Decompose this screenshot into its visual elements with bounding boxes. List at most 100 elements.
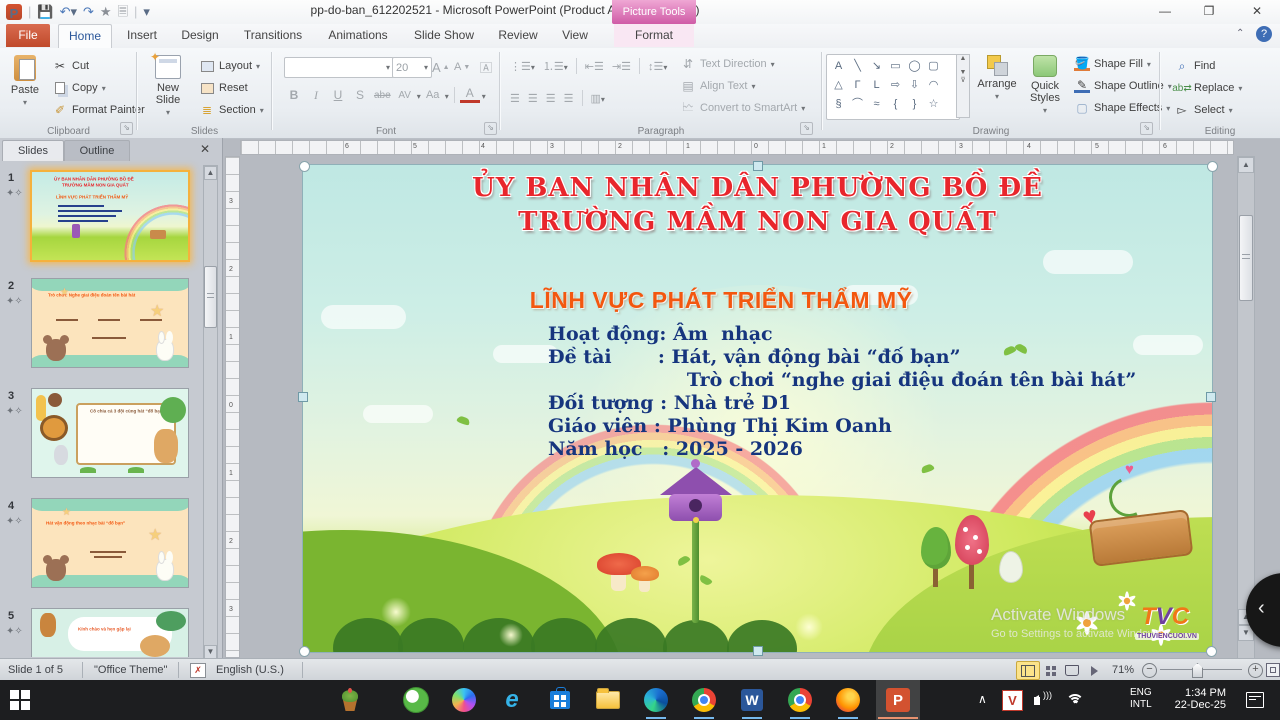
tab-animations[interactable]: Animations [318, 24, 398, 47]
paste-button[interactable]: Paste▾ [2, 53, 48, 110]
tab-insert[interactable]: Insert [116, 24, 168, 47]
tab-slide-show[interactable]: Slide Show [406, 24, 482, 47]
shape-effects-button[interactable]: ▢Shape Effects▾ [1074, 98, 1170, 118]
language-indicator[interactable]: English (U.S.) [216, 659, 284, 681]
close-panel-icon[interactable]: ✕ [200, 142, 210, 156]
format-painter-button[interactable]: ✐Format Painter [52, 100, 145, 120]
wifi-icon[interactable] [1066, 694, 1082, 706]
find-button[interactable]: ⌕Find [1174, 56, 1215, 76]
panel-scroll-up[interactable]: ▲ [204, 166, 217, 180]
tray-show-hidden-icons[interactable]: ∧ [978, 693, 987, 705]
file-explorer-icon[interactable] [594, 686, 622, 714]
section-button[interactable]: ≣Section▾ [199, 100, 264, 120]
zoom-in-button[interactable]: + [1248, 663, 1263, 678]
restore-button[interactable]: ❐ [1192, 2, 1226, 20]
main-scrollbar[interactable]: ▲ ▲ ▼ [1237, 156, 1255, 660]
help-icon[interactable]: ? [1256, 26, 1272, 42]
collapse-ribbon-icon[interactable]: ⌃ [1236, 28, 1244, 39]
panel-scroll-down[interactable]: ▼ [204, 645, 217, 658]
align-right-button[interactable]: ☰ [546, 92, 556, 105]
tab-slides-thumbnails[interactable]: Slides [2, 140, 64, 161]
slide-canvas[interactable]: ♥ ♥ ỦY BAN NHÂN DÂN PHƯỜNG BỒ ĐỀ TRƯỜNG … [303, 165, 1212, 652]
slide-thumbnail-1[interactable]: ỦY BAN NHÂN DÂN PHƯỜNG BỒ ĐỀ TRƯỜNG MẦM … [30, 170, 190, 262]
edge-browser-icon[interactable] [642, 686, 670, 714]
font-size-combobox[interactable]: 20▾ [392, 57, 432, 78]
animation-star-icon[interactable]: ★ [100, 2, 112, 22]
shape-fill-button[interactable]: 🪣Shape Fill▾ [1074, 54, 1151, 74]
shapes-gallery[interactable]: A╲↘▭◯▢ △ΓL⇨⇩◠ §⌒≈{}☆ [826, 54, 960, 120]
underline-button[interactable]: U [328, 86, 348, 104]
line-spacing-button[interactable]: ↕☰▾ [648, 60, 667, 73]
redo-icon[interactable]: ↷ [83, 2, 94, 22]
tab-file[interactable]: File [6, 24, 50, 47]
selection-handle-bottom-mid[interactable] [753, 646, 763, 656]
change-case-button[interactable]: Aa [423, 86, 443, 104]
microsoft-store-icon[interactable] [546, 686, 574, 714]
columns-button[interactable]: ▥▾ [591, 92, 605, 105]
powerpoint-app-icon[interactable]: P [6, 4, 22, 20]
slide-thumbnail-5[interactable]: Kính chào và hẹn gặp lại [31, 608, 189, 657]
search-highlight-cupcake-icon[interactable] [336, 686, 364, 714]
decrease-indent-button[interactable]: ⇤☰ [585, 60, 604, 73]
volume-icon[interactable]: ))) [1034, 692, 1040, 705]
zoom-slider-thumb[interactable] [1192, 663, 1203, 678]
justify-button[interactable]: ☰ [564, 92, 574, 105]
bold-button[interactable]: B [284, 86, 304, 104]
new-slide-button[interactable]: ✦ New Slide▾ [145, 53, 191, 120]
selection-handle-bottom-right[interactable] [1206, 646, 1217, 657]
language-bar[interactable]: ENG INTL [1130, 687, 1152, 711]
action-center-icon[interactable] [1246, 692, 1264, 708]
tab-review[interactable]: Review [490, 24, 546, 47]
word-icon[interactable]: W [738, 686, 766, 714]
selection-handle-mid-right[interactable] [1206, 392, 1216, 402]
tab-format[interactable]: Format [614, 24, 694, 47]
font-dialog-launcher[interactable]: ⇘ [484, 122, 497, 135]
zoom-out-button[interactable]: − [1142, 663, 1157, 678]
fit-to-window-button[interactable] [1266, 663, 1280, 677]
tab-transitions[interactable]: Transitions [234, 24, 312, 47]
replace-button[interactable]: ab⇄Replace▾ [1174, 78, 1242, 98]
panel-scrollbar-thumb[interactable] [204, 266, 217, 328]
customize-qat-icon[interactable]: ▾ [143, 2, 150, 22]
panel-scrollbar[interactable]: ▲ ▼ [203, 165, 218, 658]
main-scrollbar-thumb[interactable] [1239, 215, 1253, 301]
firefox-browser-icon[interactable] [834, 686, 862, 714]
grow-font-button[interactable]: A▲ [432, 57, 450, 77]
slide-sorter-view-button[interactable] [1038, 661, 1062, 680]
shrink-font-button[interactable]: A▼ [454, 57, 470, 77]
powerpoint-taskbar-active[interactable]: P [876, 680, 920, 720]
quick-styles-button[interactable]: Quick Styles▾ [1022, 53, 1068, 118]
italic-button[interactable]: I [306, 86, 326, 104]
save-icon[interactable]: 💾 [37, 2, 53, 22]
tab-design[interactable]: Design [172, 24, 228, 47]
character-spacing-button[interactable]: AV [395, 86, 415, 104]
select-button[interactable]: ▻Select▾ [1174, 100, 1233, 120]
chrome-profile-icon[interactable] [786, 686, 814, 714]
layout-button[interactable]: Layout▾ [199, 56, 260, 76]
convert-smartart-button[interactable]: 🗠Convert to SmartArt▾ [680, 98, 805, 118]
theme-name[interactable]: "Office Theme" [94, 659, 167, 681]
bullets-button[interactable]: ⋮☰▾ [510, 60, 535, 73]
copilot-icon[interactable] [450, 686, 478, 714]
coccoc-browser-icon[interactable] [402, 686, 430, 714]
reset-button[interactable]: Reset [199, 78, 248, 98]
tab-home[interactable]: Home [58, 24, 112, 49]
zoom-level[interactable]: 71% [1112, 659, 1134, 681]
tab-outline[interactable]: Outline [64, 140, 130, 161]
paragraph-dialog-launcher[interactable]: ⇘ [800, 122, 813, 135]
cut-button[interactable]: ✂Cut [52, 56, 89, 76]
align-left-button[interactable]: ☰ [510, 92, 520, 105]
print-preview-icon[interactable]: 🗏 [118, 2, 128, 22]
chrome-browser-icon[interactable] [690, 686, 718, 714]
strikethrough-button[interactable]: abe [372, 86, 393, 104]
font-name-combobox[interactable]: ▾ [284, 57, 394, 78]
undo-icon[interactable]: ↶▾ [60, 2, 77, 22]
font-color-button[interactable]: A [460, 86, 480, 103]
clock[interactable]: 1:34 PM 22-Dec-25 [1166, 687, 1226, 711]
shapes-scroll[interactable]: ▲▼⊽ [956, 54, 970, 118]
selection-handle-top-mid[interactable] [753, 161, 763, 171]
slide-thumbnail-4[interactable]: Hát vận động theo nhạc bài “đố bạn” ★ ★ [31, 498, 189, 588]
start-button[interactable] [0, 680, 48, 720]
slide-thumbnail-2[interactable]: Trò chơi: Nghe giai điệu đoán tên bài há… [31, 278, 189, 368]
scroll-up-button[interactable]: ▲ [1238, 157, 1254, 173]
